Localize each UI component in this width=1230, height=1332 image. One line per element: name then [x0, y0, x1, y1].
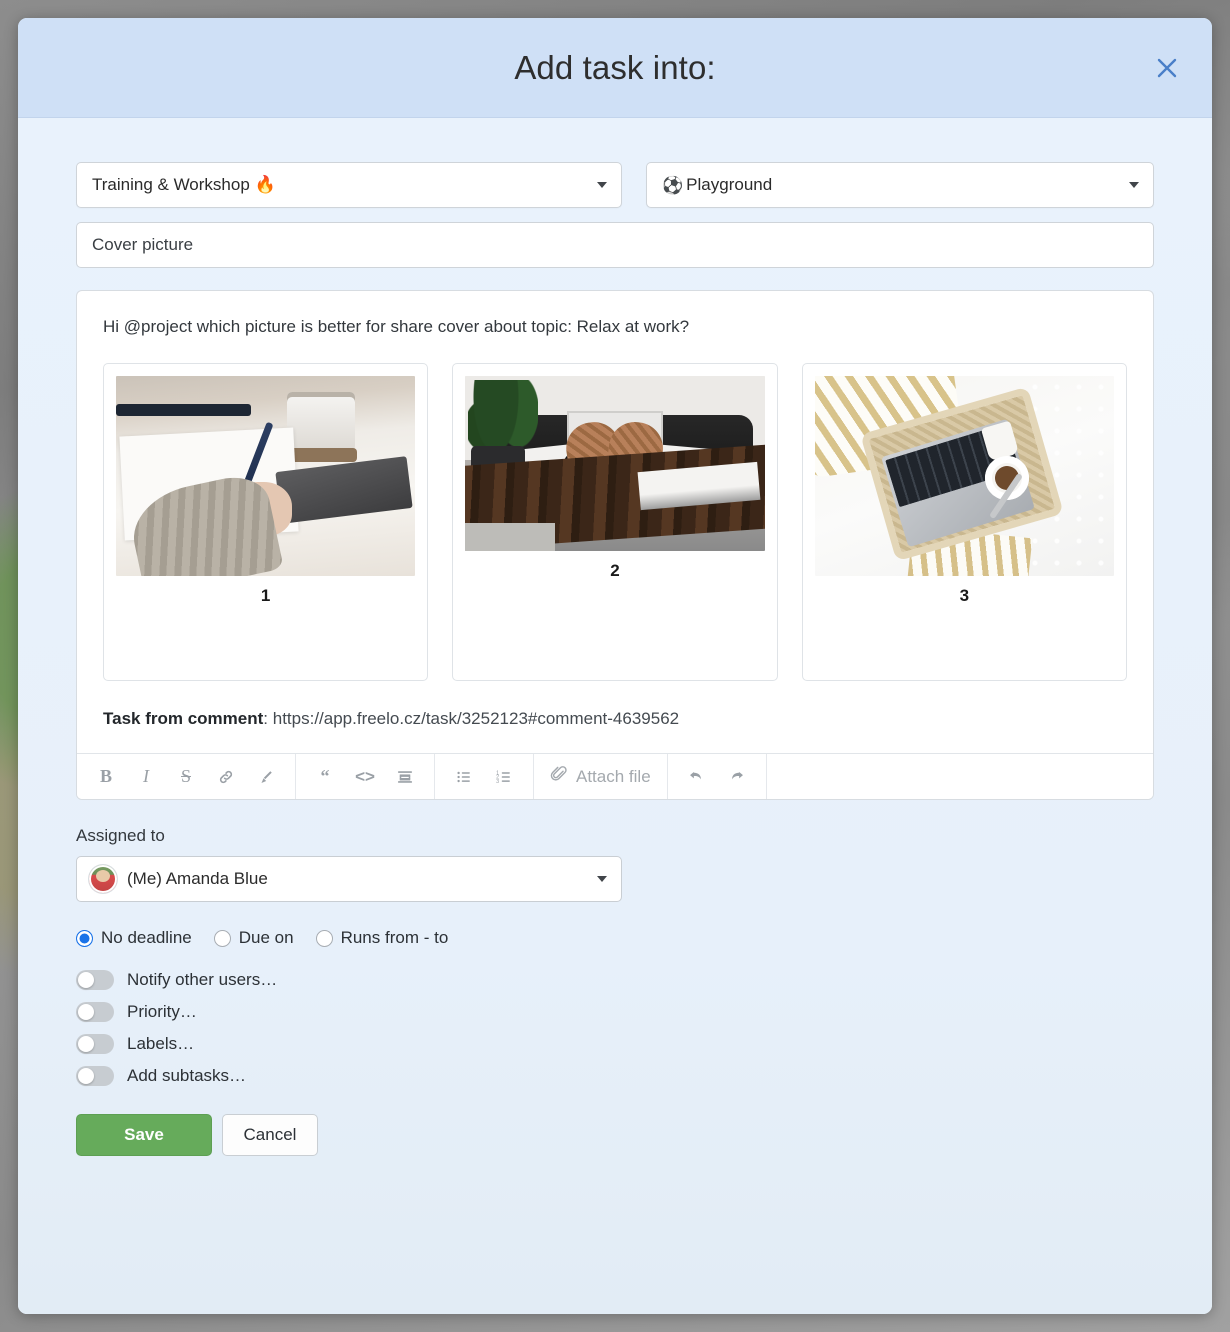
toggle-label: Notify other users… [127, 970, 278, 989]
selects-row: Training & Workshop 🔥 ⚽ Playground [76, 162, 1154, 208]
redo-icon [727, 767, 746, 786]
chevron-down-icon [1129, 182, 1139, 188]
toggle-add-subtasks[interactable]: Add subtasks… [76, 1066, 1154, 1086]
editor-toolbar: B I S “ <> 1 2 3 Attach file [77, 753, 1153, 799]
numbered-list-button[interactable]: 1 2 3 [487, 760, 521, 794]
toolbar-group-blocks: “ <> [296, 754, 435, 799]
comment-text: Hi @project which picture is better for … [103, 317, 690, 336]
assigned-to-select[interactable]: (Me) Amanda Blue [76, 856, 622, 902]
page-title: Add task into: [514, 48, 716, 86]
svg-text:3: 3 [496, 778, 499, 784]
brush-button[interactable] [249, 760, 283, 794]
picture-image-1 [116, 376, 416, 576]
radio-runs-from-to[interactable]: Runs from - to [315, 928, 449, 948]
numbered-list-icon: 1 2 3 [495, 768, 513, 786]
picture-image-3 [814, 376, 1114, 576]
toolbar-group-history [668, 754, 767, 799]
project-select[interactable]: Training & Workshop 🔥 [76, 162, 622, 208]
save-button[interactable]: Save [76, 1114, 212, 1156]
radio-no-deadline[interactable]: No deadline [76, 928, 192, 948]
picture-image-2 [465, 376, 765, 551]
attach-file-button[interactable]: Attach file [534, 754, 668, 799]
italic-button[interactable]: I [129, 760, 163, 794]
align-icon [396, 768, 414, 786]
assigned-to-label: Assigned to [76, 826, 165, 845]
assigned-to-value: (Me) Amanda Blue [127, 869, 268, 888]
undo-icon [687, 767, 706, 786]
radio-indicator [213, 929, 231, 947]
modal-header: Add task into: [18, 18, 1212, 118]
task-from-comment-label: Task from comment [103, 709, 264, 728]
chevron-down-icon [597, 182, 607, 188]
task-from-comment-line: Task from comment: https://app.freelo.cz… [103, 709, 1127, 753]
toggle-label: Priority… [127, 1002, 197, 1021]
modal-footer: Save Cancel [76, 1114, 1154, 1156]
bullet-list-icon [455, 768, 473, 786]
toggle-labels[interactable]: Labels… [76, 1034, 1154, 1054]
toggle-switch [76, 1002, 114, 1022]
modal-body: Training & Workshop 🔥 ⚽ Playground Hi @p… [18, 118, 1212, 1314]
picture-label-1: 1 [260, 586, 271, 605]
avatar [89, 865, 117, 893]
description-editor: Hi @project which picture is better for … [76, 290, 1154, 800]
task-name-input[interactable] [76, 222, 1154, 268]
toggle-label: Labels… [127, 1034, 195, 1053]
radio-indicator [315, 929, 333, 947]
bold-button[interactable]: B [89, 760, 123, 794]
link-button[interactable] [209, 760, 243, 794]
toggle-switch [76, 1034, 114, 1054]
strikethrough-button[interactable]: S [169, 760, 203, 794]
soccer-ball-icon: ⚽ [662, 175, 684, 195]
picture-card-1[interactable]: 1 [103, 363, 429, 681]
toggle-notify-other-users[interactable]: Notify other users… [76, 970, 1154, 990]
close-button[interactable] [1148, 49, 1186, 87]
radio-indicator [76, 929, 93, 947]
radio-label: No deadline [101, 928, 192, 947]
toolbar-group-lists: 1 2 3 [435, 754, 534, 799]
paperclip-icon [550, 765, 568, 788]
picture-card-3[interactable]: 3 [801, 363, 1127, 681]
toggle-priority[interactable]: Priority… [76, 1002, 1154, 1022]
deadline-radio-group: No deadline Due on Runs from - to [76, 928, 1154, 948]
picture-label-3: 3 [959, 586, 970, 605]
project-select-value: Training & Workshop 🔥 [92, 175, 276, 194]
picture-gallery: 1 2 3 [103, 363, 1127, 681]
code-button[interactable]: <> [348, 760, 382, 794]
chevron-down-icon [597, 876, 607, 882]
radio-label: Runs from - to [340, 928, 449, 947]
radio-due-on[interactable]: Due on [213, 928, 294, 948]
radio-label: Due on [238, 928, 294, 947]
redo-button[interactable] [720, 760, 754, 794]
task-from-comment-url: https://app.freelo.cz/task/3252123#comme… [272, 709, 680, 728]
quote-button[interactable]: “ [308, 760, 342, 794]
toggle-switch [76, 1066, 114, 1086]
cancel-button[interactable]: Cancel [222, 1114, 318, 1156]
close-icon [1155, 56, 1179, 80]
list-select[interactable]: ⚽ Playground [646, 162, 1154, 208]
toolbar-group-format: B I S [77, 754, 296, 799]
picture-card-2[interactable]: 2 [452, 363, 778, 681]
task-from-comment-separator: : [263, 709, 273, 728]
link-icon [217, 768, 235, 786]
align-button[interactable] [388, 760, 422, 794]
list-select-value: Playground [686, 175, 773, 194]
brush-icon [257, 768, 275, 786]
picture-label-2: 2 [610, 561, 620, 580]
undo-button[interactable] [680, 760, 714, 794]
toggle-label: Add subtasks… [127, 1066, 247, 1085]
bullet-list-button[interactable] [447, 760, 481, 794]
toggle-switch [76, 970, 114, 990]
attach-file-label: Attach file [576, 766, 651, 786]
options-toggles: Notify other users… Priority… Labels… Ad… [76, 970, 1154, 1086]
add-task-modal: Add task into: Training & Workshop 🔥 ⚽ P… [18, 18, 1212, 1314]
editor-content[interactable]: Hi @project which picture is better for … [77, 291, 1153, 753]
